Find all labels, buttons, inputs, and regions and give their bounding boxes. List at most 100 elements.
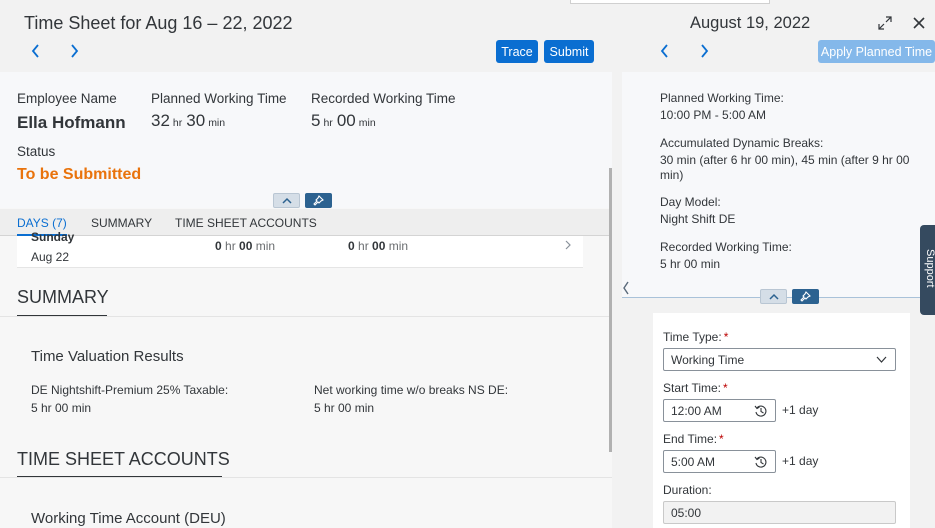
day-planned-time: 0 hr 00 min (215, 239, 275, 253)
day-model-label: Day Model: (660, 195, 721, 209)
end-time-label: End Time: * (663, 432, 724, 446)
required-marker: * (723, 381, 728, 395)
min-unit: min (358, 117, 376, 129)
section-separator (0, 316, 612, 317)
recorded-working-time-value: 5 hr 00 min (660, 257, 721, 271)
start-time-value: 12:00 AM (671, 404, 722, 418)
net-working-time-value: 5 hr 00 min (314, 401, 375, 415)
duration-value: 05:00 (671, 506, 702, 520)
clock-reset-icon[interactable] (754, 455, 768, 469)
chevron-right-icon (565, 240, 571, 250)
chevron-left-icon (660, 44, 668, 58)
planned-time-label: Planned Working Time (151, 91, 287, 106)
recorded-working-time-label: Recorded Working Time: (660, 240, 792, 254)
day-recorded-hours: 0 (348, 239, 355, 253)
recorded-hours: 5 (311, 111, 321, 130)
employee-name: Ella Hofmann (17, 113, 126, 132)
chevron-up-icon (281, 197, 292, 204)
time-type-label-text: Time Type: (663, 330, 722, 344)
day-detail-pane: August 19, 2022 Apply Planned Time Plann… (612, 0, 935, 528)
chevron-up-icon (768, 293, 779, 300)
recorded-minutes: 00 (336, 111, 356, 130)
start-time-label-text: Start Time: (663, 381, 722, 395)
pin-header-button[interactable] (305, 193, 332, 208)
section-separator (0, 477, 612, 478)
time-type-label: Time Type: * (663, 330, 728, 344)
summary-section-title: SUMMARY (17, 287, 109, 307)
chevron-left-icon[interactable] (622, 281, 630, 295)
collapse-header-button[interactable] (273, 193, 300, 208)
recorded-time-value: 5 hr 00 min (311, 111, 380, 131)
apply-planned-time-button[interactable]: Apply Planned Time (818, 40, 935, 63)
hr-unit: hr (358, 239, 369, 253)
day-title: August 19, 2022 (690, 14, 811, 32)
required-marker: * (719, 432, 724, 446)
pane-divider (612, 72, 622, 528)
next-day-button[interactable] (694, 40, 714, 62)
breaks-label: Accumulated Dynamic Breaks: (660, 136, 824, 150)
chevron-down-icon (876, 356, 887, 363)
expand-icon[interactable] (878, 16, 892, 30)
submit-button[interactable]: Submit (544, 40, 594, 63)
timesheet-title: Time Sheet for Aug 16 – 22, 2022 (24, 13, 293, 33)
day-recorded-time: 0 hr 00 min (348, 239, 408, 253)
hr-unit: hr (225, 239, 236, 253)
timesheet-pane: Time Sheet for Aug 16 – 22, 2022 Trace S… (0, 0, 612, 528)
next-week-button[interactable] (64, 40, 84, 62)
tab-summary[interactable]: SUMMARY (91, 216, 152, 230)
header-collapse-controls (273, 193, 332, 209)
day-name: Sunday (31, 230, 75, 244)
tab-time-sheet-accounts[interactable]: TIME SHEET ACCOUNTS (175, 216, 317, 230)
chevron-right-icon (700, 44, 708, 58)
planned-hours: 32 (151, 111, 170, 130)
planned-minutes: 30 (186, 111, 206, 130)
end-time-label-text: End Time: (663, 432, 718, 446)
popover-edge (570, 0, 770, 4)
start-time-label: Start Time: * (663, 381, 728, 395)
close-icon[interactable] (912, 16, 926, 30)
detail-collapse-controls (760, 289, 819, 305)
day-date: Aug 22 (31, 250, 70, 264)
breaks-value: 30 min (after 6 hr 00 min), 45 min (afte… (660, 153, 910, 182)
end-plus-day: +1 day (782, 454, 819, 468)
end-time-input[interactable]: 5:00 AM (663, 450, 776, 473)
day-info-header: Planned Working Time: 10:00 PM - 5:00 AM… (622, 72, 935, 297)
recorded-time-label: Recorded Working Time (311, 91, 456, 106)
section-tabs: DAYS (7) SUMMARY TIME SHEET ACCOUNTS (0, 209, 612, 236)
collapse-detail-header-button[interactable] (760, 289, 787, 304)
start-time-input[interactable]: 12:00 AM (663, 399, 776, 422)
employee-name-label: Employee Name (17, 91, 117, 106)
previous-week-button[interactable] (25, 40, 45, 62)
valuation-results-title: Time Valuation Results (31, 348, 184, 365)
min-unit: min (388, 239, 409, 253)
support-tab[interactable]: Support (920, 225, 935, 315)
nightshift-premium-value: 5 hr 00 min (31, 401, 92, 415)
chevron-right-icon (70, 44, 78, 58)
time-entry-form: Time Type: * Working Time Start Time: * 12… (653, 313, 910, 528)
duration-label: Duration: (663, 483, 712, 497)
tab-days[interactable]: DAYS (7) (17, 216, 67, 230)
hr-unit: hr (323, 117, 333, 129)
pin-detail-header-button[interactable] (792, 289, 819, 304)
net-working-time-label: Net working time w/o breaks NS DE: (314, 383, 509, 397)
hr-unit: hr (172, 117, 183, 129)
start-plus-day: +1 day (782, 403, 819, 417)
duration-field: 05:00 (663, 501, 896, 524)
accounts-section-title: TIME SHEET ACCOUNTS (17, 449, 230, 469)
day-list-item[interactable]: Sunday Aug 22 0 hr 00 min 0 hr 00 min (17, 230, 583, 268)
status-value: To be Submitted (17, 166, 142, 183)
time-type-value: Working Time (671, 353, 745, 367)
timesheet-toolbar: Time Sheet for Aug 16 – 22, 2022 Trace S… (0, 0, 612, 72)
planned-time-value: 32 hr 30 min (151, 111, 229, 131)
min-unit: min (208, 117, 226, 129)
time-type-select[interactable]: Working Time (663, 348, 896, 371)
end-time-value: 5:00 AM (671, 455, 716, 469)
planned-working-time-label: Planned Working Time: (660, 91, 784, 105)
chevron-left-icon (31, 44, 39, 58)
previous-day-button[interactable] (654, 40, 674, 62)
clock-reset-icon[interactable] (754, 404, 768, 418)
day-recorded-minutes: 00 (372, 239, 386, 253)
trace-button[interactable]: Trace (496, 40, 538, 63)
planned-working-time-value: 10:00 PM - 5:00 AM (660, 108, 767, 122)
working-time-account-title: Working Time Account (DEU) (31, 510, 226, 527)
